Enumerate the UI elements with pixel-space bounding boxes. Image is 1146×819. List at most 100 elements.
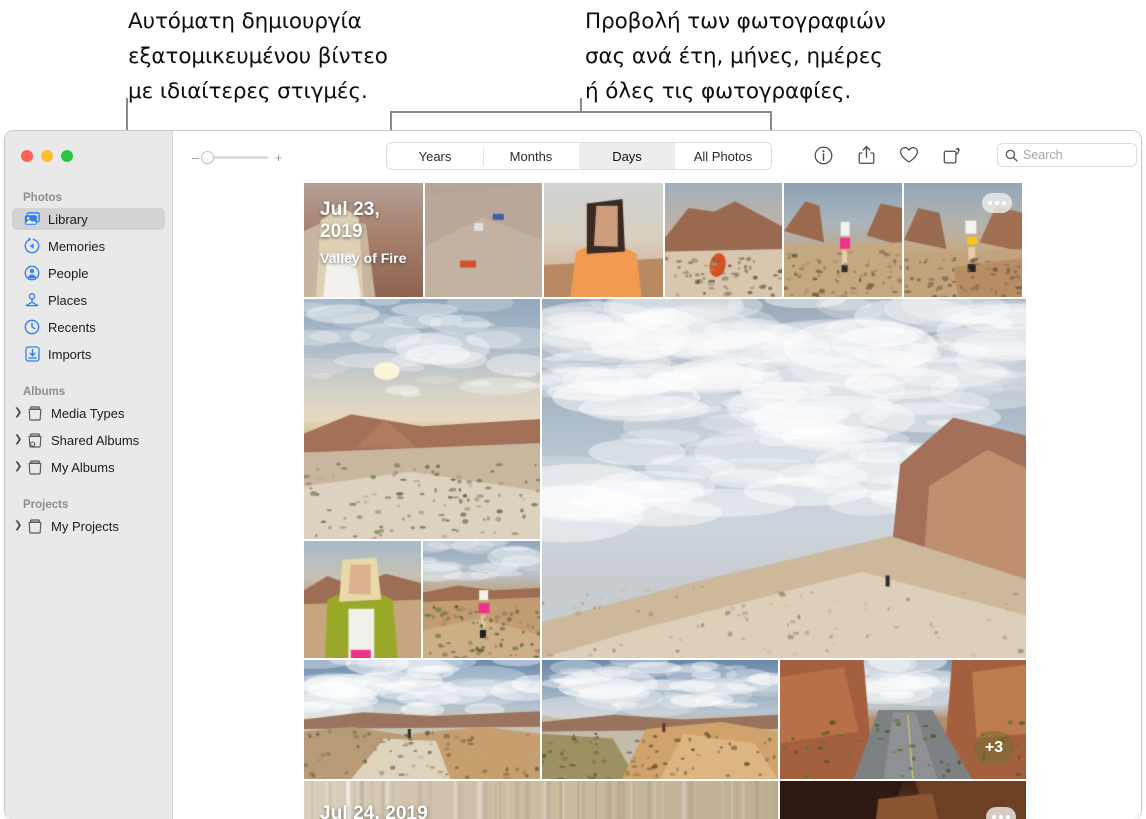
photo-row: Jul 24, 2019 [304, 781, 1026, 819]
tab-all-photos[interactable]: All Photos [675, 143, 771, 169]
places-icon [23, 292, 41, 308]
sidebar-item-label: My Albums [51, 460, 115, 475]
minimize-window-button[interactable] [41, 150, 53, 162]
photo-grid[interactable]: Jul 23, 2019 Valley of Fire [304, 183, 1026, 819]
search-icon [1005, 149, 1018, 162]
photo-thumbnail[interactable] [904, 183, 1022, 297]
photo-thumbnail[interactable] [780, 781, 1026, 819]
chevron-right-icon[interactable]: ❯ [14, 408, 25, 418]
sidebar-section-projects-title: Projects [5, 499, 172, 515]
search-input[interactable] [1023, 148, 1129, 162]
sidebar-item-label: Library [48, 212, 88, 227]
sidebar-item-recents[interactable]: Recents [12, 316, 165, 338]
shared-album-icon [26, 432, 44, 448]
photo-thumbnail[interactable] [784, 183, 902, 297]
sidebar-item-places[interactable]: Places [12, 289, 165, 311]
library-icon [23, 211, 41, 227]
day-more-button[interactable] [986, 807, 1016, 819]
day-more-button[interactable] [982, 193, 1012, 213]
zoom-slider-track[interactable] [206, 156, 268, 159]
sidebar-section-albums-title: Albums [5, 386, 172, 402]
window-controls [5, 131, 172, 162]
sidebar-item-label: Shared Albums [51, 433, 139, 448]
sidebar-item-label: Memories [48, 239, 105, 254]
album-icon [26, 405, 44, 421]
photo-row: Jul 23, 2019 Valley of Fire [304, 183, 1026, 297]
info-button[interactable] [811, 143, 835, 167]
maximize-window-button[interactable] [61, 150, 73, 162]
sidebar-item-label: Places [48, 293, 87, 308]
photo-row [304, 299, 1026, 658]
sidebar-item-label: Media Types [51, 406, 124, 421]
photo-thumbnail[interactable] [304, 299, 540, 539]
share-icon [857, 145, 876, 165]
album-icon [26, 518, 44, 534]
ellipsis-dot [1002, 201, 1006, 205]
zoom-in-label[interactable]: + [274, 150, 283, 165]
sidebar-item-my-albums[interactable]: ❯ My Albums [12, 456, 165, 478]
photo-thumbnail[interactable] [425, 183, 542, 297]
annotation-left-text: Αυτόματη δημιουργία εξατομικευμένου βίντ… [128, 4, 478, 109]
chevron-right-icon[interactable]: ❯ [14, 521, 25, 531]
ellipsis-dot [995, 201, 999, 205]
photo-count-badge[interactable]: +3 [974, 731, 1014, 765]
sidebar-section-photos-title: Photos [5, 192, 172, 208]
photo-thumbnail[interactable] [304, 541, 421, 658]
chevron-right-icon[interactable]: ❯ [14, 462, 25, 472]
tab-days[interactable]: Days [579, 143, 675, 169]
sidebar: Photos Library [5, 131, 173, 819]
photo-thumbnail[interactable] [423, 541, 540, 658]
sidebar-item-label: People [48, 266, 88, 281]
ellipsis-dot [988, 201, 992, 205]
sidebar-item-label: Imports [48, 347, 91, 362]
ellipsis-dot [992, 815, 996, 819]
sidebar-item-imports[interactable]: Imports [12, 343, 165, 365]
sidebar-item-people[interactable]: People [12, 262, 165, 284]
sidebar-item-label: My Projects [51, 519, 119, 534]
sidebar-item-my-projects[interactable]: ❯ My Projects [12, 515, 165, 537]
annotation-right-leader-bracket-right [770, 111, 772, 130]
annotation-right-text: Προβολή των φωτογραφιών σας ανά έτη, μήν… [585, 4, 1005, 109]
rotate-icon [942, 146, 962, 165]
chevron-right-icon[interactable]: ❯ [14, 435, 25, 445]
sidebar-item-memories[interactable]: Memories [12, 235, 165, 257]
annotation-right-leader-bracket-left [390, 111, 392, 130]
recents-icon [23, 319, 41, 335]
sidebar-item-label: Recents [48, 320, 96, 335]
zoom-out-label[interactable]: – [191, 150, 200, 165]
rotate-button[interactable] [940, 143, 964, 167]
sidebar-item-library[interactable]: Library [12, 208, 165, 230]
ellipsis-dot [1006, 815, 1010, 819]
photo-thumbnail[interactable] [544, 183, 663, 297]
view-segmented-control[interactable]: Years Months Days All Photos [386, 142, 772, 170]
annotation-right-leader-bracket-top [390, 111, 772, 113]
photo-row: +3 [304, 660, 1026, 779]
photo-thumbnail[interactable]: +3 [780, 660, 1026, 779]
sidebar-item-shared-albums[interactable]: ❯ Shared Albums [12, 429, 165, 451]
photos-app-window: Photos Library [4, 130, 1142, 819]
content-area: – + Years Months Days All Photos [174, 131, 1141, 819]
photo-thumbnail[interactable] [542, 299, 1026, 658]
photo-thumbnail[interactable] [542, 660, 778, 779]
zoom-slider-thumb[interactable] [201, 151, 214, 164]
imports-icon [23, 346, 41, 362]
zoom-slider[interactable]: – + [191, 150, 283, 165]
photo-thumbnail[interactable] [304, 660, 540, 779]
ellipsis-dot [999, 815, 1003, 819]
search-field[interactable] [997, 143, 1137, 167]
tab-years[interactable]: Years [387, 143, 483, 169]
favorite-button[interactable] [897, 143, 921, 167]
tab-months[interactable]: Months [483, 143, 579, 169]
info-icon [814, 146, 833, 165]
photo-thumbnail[interactable] [665, 183, 782, 297]
album-icon [26, 459, 44, 475]
sidebar-item-media-types[interactable]: ❯ Media Types [12, 402, 165, 424]
toolbar-buttons [811, 143, 964, 167]
heart-icon [899, 146, 919, 164]
share-button[interactable] [854, 143, 878, 167]
annotation-right-leader-stem [580, 98, 582, 112]
photo-thumbnail[interactable]: Jul 24, 2019 [304, 781, 778, 819]
close-window-button[interactable] [21, 150, 33, 162]
people-icon [23, 265, 41, 281]
photo-thumbnail[interactable]: Jul 23, 2019 Valley of Fire [304, 183, 423, 297]
